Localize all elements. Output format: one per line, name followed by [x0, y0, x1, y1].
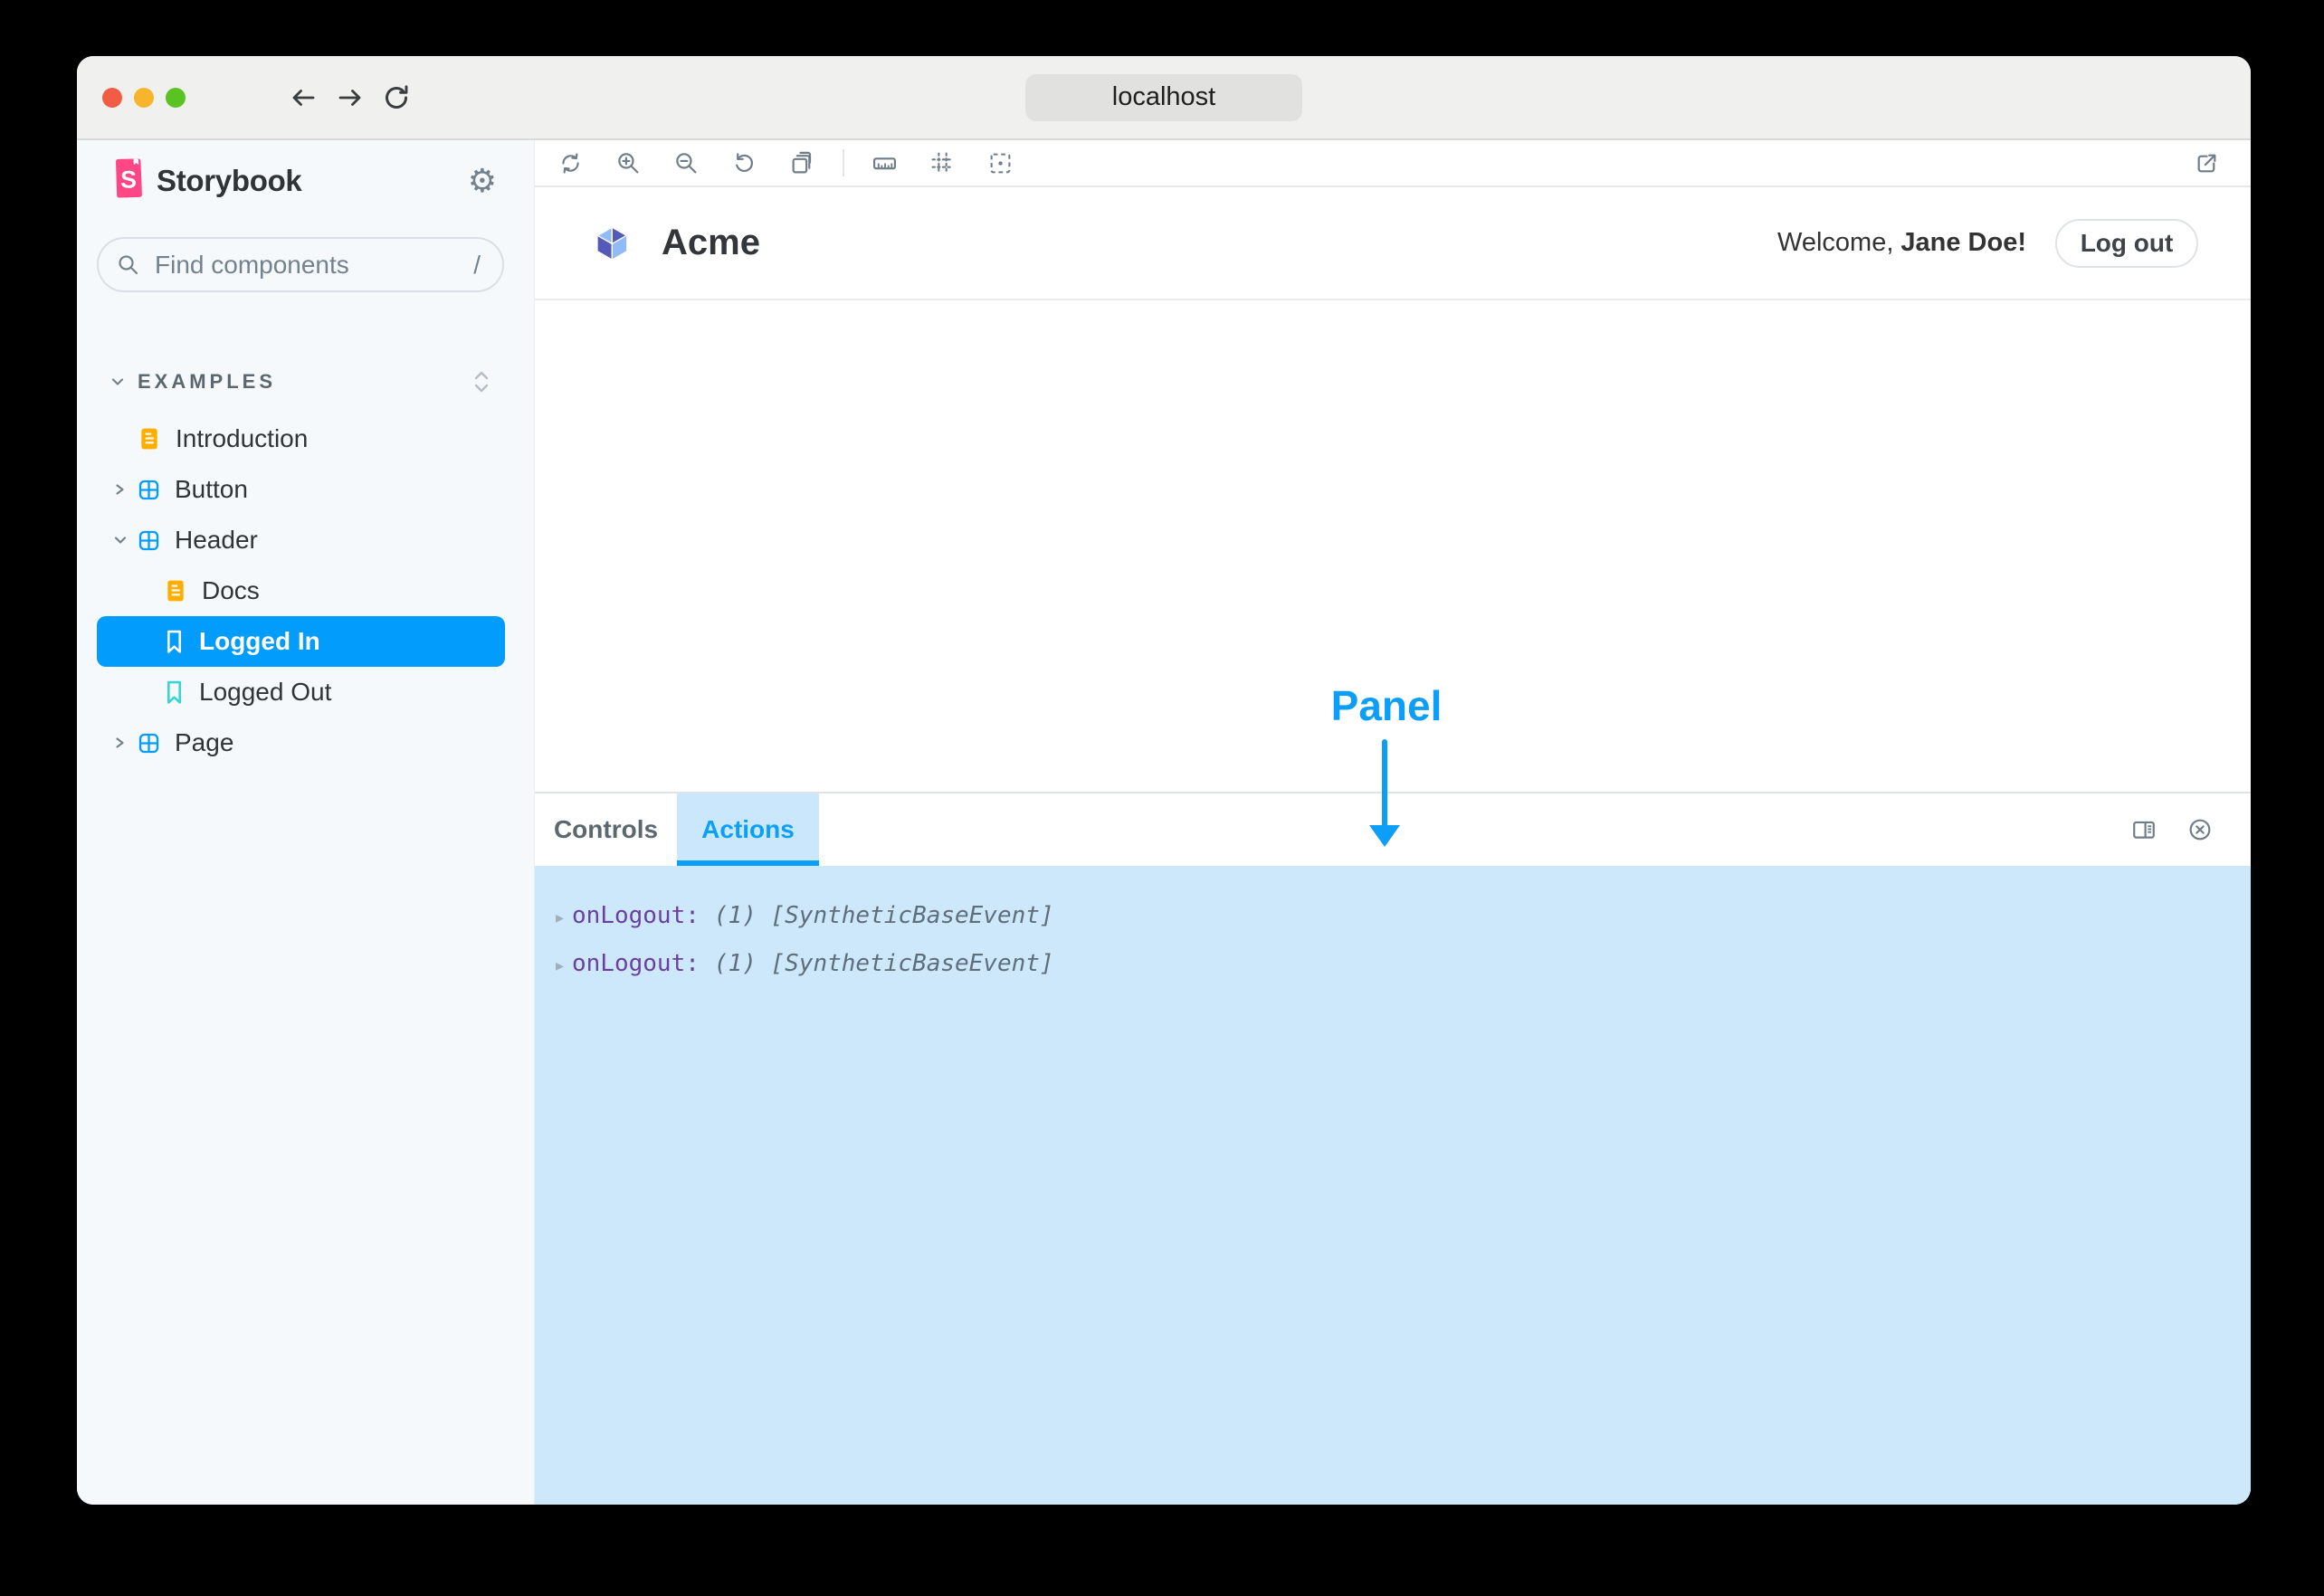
browser-nav	[288, 56, 411, 138]
grid-icon[interactable]	[930, 151, 955, 176]
sidebar-item-docs[interactable]: Docs	[97, 565, 505, 616]
browser-window: localhost S Storybook ⚙ Find components …	[77, 56, 2251, 1505]
measure-ruler-icon[interactable]	[872, 151, 897, 176]
component-tree: Introduction Button Header Docs Logged I…	[77, 413, 534, 768]
expand-triangle-icon: ▸	[556, 908, 565, 927]
action-log-entry[interactable]: ▸ onLogout: (1) [SyntheticBaseEvent]	[556, 893, 2251, 941]
forward-icon[interactable]	[335, 83, 366, 112]
welcome-text: Welcome, Jane Doe!	[1777, 228, 2026, 257]
reset-zoom-icon[interactable]	[732, 151, 757, 176]
search-icon	[117, 253, 140, 277]
remount-sync-icon[interactable]	[558, 151, 583, 176]
address-bar[interactable]: localhost	[1025, 73, 1302, 121]
sidebar-item-header[interactable]: Header	[97, 515, 505, 565]
sidebar-item-page[interactable]: Page	[97, 717, 505, 768]
expand-triangle-icon: ▸	[556, 956, 565, 975]
sidebar-item-introduction[interactable]: Introduction	[97, 413, 505, 464]
chevron-down-icon	[113, 533, 129, 547]
chevron-right-icon	[113, 482, 129, 497]
component-icon	[138, 733, 159, 754]
sidebar-item-logged-in[interactable]: Logged In	[97, 616, 505, 667]
tab-actions[interactable]: Actions	[677, 793, 819, 866]
search-input[interactable]	[153, 249, 474, 280]
actions-log: ▸ onLogout: (1) [SyntheticBaseEvent] ▸ o…	[535, 866, 2251, 1505]
chevron-right-icon	[113, 736, 129, 750]
user-name: Jane Doe!	[1900, 228, 2026, 257]
settings-gear-icon[interactable]: ⚙	[468, 165, 497, 197]
action-log-entry[interactable]: ▸ onLogout: (1) [SyntheticBaseEvent]	[556, 941, 2251, 989]
panel-tabbar: Controls Actions	[535, 792, 2251, 866]
doc-icon	[165, 579, 186, 603]
chevron-down-icon	[110, 375, 125, 389]
search-box[interactable]: /	[97, 237, 504, 292]
svg-text:S: S	[120, 166, 137, 193]
acme-header: Acme Welcome, Jane Doe! Log out	[535, 187, 2251, 300]
bookmark-icon	[165, 630, 184, 654]
close-panel-icon[interactable]	[2187, 817, 2213, 842]
collapse-expand-icon[interactable]	[472, 368, 491, 395]
sidebar: S Storybook ⚙ / E	[77, 140, 534, 1505]
zoom-window-button[interactable]	[166, 87, 186, 108]
section-title: EXAMPLES	[138, 370, 277, 393]
storybook-app: S Storybook ⚙ / E	[77, 140, 2251, 1505]
acme-cube-logo-icon	[591, 222, 633, 264]
open-canvas-new-tab-icon[interactable]	[2195, 151, 2219, 176]
traffic-lights	[102, 56, 186, 138]
search-shortcut: /	[473, 250, 481, 279]
brand-row: S Storybook ⚙	[77, 158, 534, 202]
bookmark-icon	[165, 680, 184, 705]
canvas-column: Acme Welcome,Jane Doe! Log out Controls	[534, 140, 2251, 1505]
url-text: localhost	[1111, 82, 1216, 111]
zoom-out-icon[interactable]	[674, 151, 699, 176]
sidebar-item-button[interactable]: Button	[97, 464, 505, 515]
addon-panel: Controls Actions ▸ onLogout: (1) [Synthe…	[535, 792, 2251, 1505]
sidebar-item-logged-out[interactable]: Logged Out	[97, 667, 505, 717]
reload-icon[interactable]	[382, 83, 411, 112]
screenshot-stage: localhost S Storybook ⚙ Find components …	[0, 0, 2324, 1596]
tab-controls[interactable]: Controls	[535, 793, 677, 866]
section-header-examples[interactable]: EXAMPLES	[77, 366, 534, 399]
component-icon	[138, 530, 159, 551]
browser-titlebar: localhost	[77, 56, 2251, 140]
canvas-toolbar	[535, 140, 2251, 187]
brand-name: Storybook	[157, 164, 302, 197]
back-icon[interactable]	[288, 83, 319, 112]
doc-icon	[138, 427, 160, 451]
log-out-button[interactable]: Log out	[2055, 218, 2198, 268]
story-preview: Acme Welcome, Jane Doe! Log out	[535, 187, 2251, 792]
minimize-window-button[interactable]	[134, 87, 154, 108]
toolbar-divider	[843, 149, 844, 176]
zoom-in-icon[interactable]	[616, 151, 641, 176]
storybook-logo-icon: S	[111, 158, 145, 198]
backgrounds-icon[interactable]	[790, 151, 814, 176]
change-orientation-icon[interactable]	[2131, 817, 2157, 842]
close-window-button[interactable]	[102, 87, 122, 108]
acme-title: Acme	[662, 223, 760, 262]
component-icon	[138, 480, 159, 500]
outline-icon[interactable]	[988, 151, 1013, 176]
